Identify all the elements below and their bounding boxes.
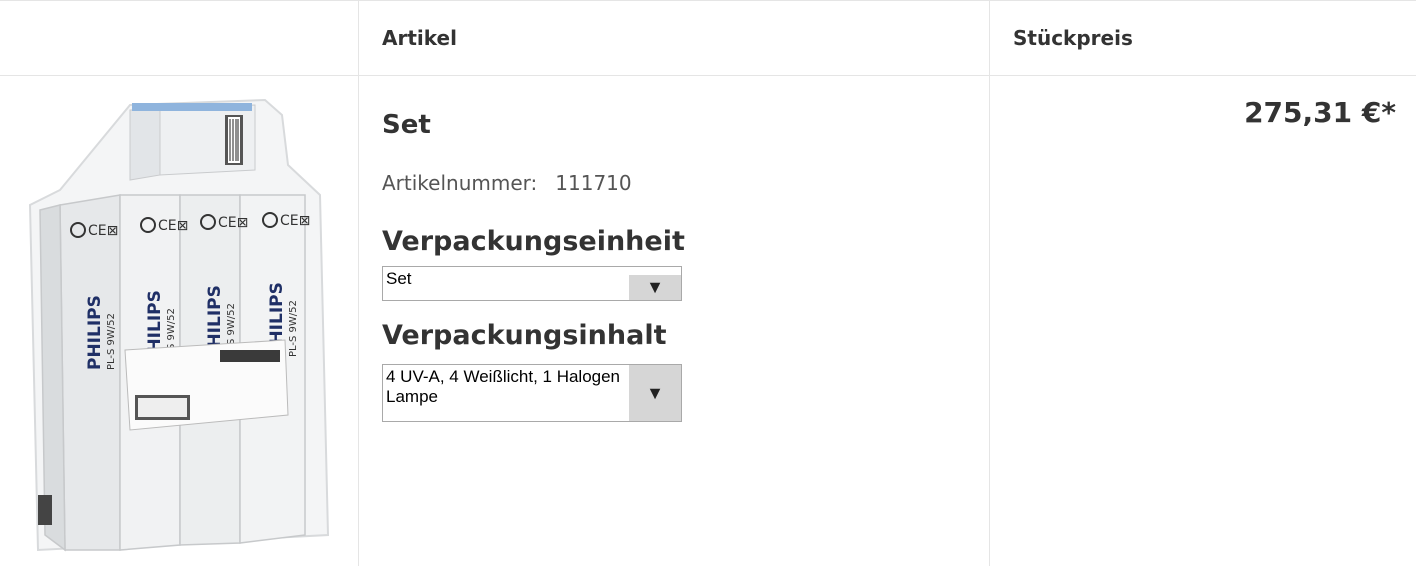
svg-text:CE⊠: CE⊠ — [218, 215, 248, 231]
packaging-content-label: Verpackungsinhalt — [382, 320, 667, 351]
article-number-label: Artikelnummer: — [382, 171, 538, 195]
article-number-row: Artikelnummer: 111710 — [382, 171, 632, 195]
packaging-unit-value: Set — [386, 269, 412, 288]
unit-price: 275,31 €* — [1244, 96, 1396, 129]
svg-text:CE⊠: CE⊠ — [158, 218, 188, 234]
column-divider — [989, 0, 990, 566]
header-unit-price: Stückpreis — [1013, 25, 1133, 50]
triangle-down-icon: ▼ — [629, 365, 681, 421]
triangle-down-icon: ▼ — [629, 275, 681, 300]
packaging-content-value: 4 UV-A, 4 Weißlicht, 1 Halogen Lampe — [386, 367, 621, 406]
product-photo-icon: CE⊠ CE⊠ CE⊠ CE⊠ PHILIPS PHILIPS PHILIPS … — [28, 98, 330, 552]
row-divider — [0, 75, 1416, 76]
svg-text:CE⊠: CE⊠ — [280, 213, 310, 229]
svg-text:CE⊠: CE⊠ — [88, 223, 118, 239]
packaging-unit-label: Verpackungseinheit — [382, 226, 685, 257]
packaging-unit-select[interactable]: Set ▼ — [382, 266, 682, 301]
cart-table: Artikel Stückpreis CE⊠ CE⊠ CE⊠ CE⊠ PHILI… — [0, 0, 1416, 566]
svg-text:PL-S 9W/52: PL-S 9W/52 — [288, 300, 299, 357]
svg-text:PL-S 9W/52: PL-S 9W/52 — [106, 313, 117, 370]
product-name[interactable]: Set — [382, 110, 431, 140]
packaging-content-select[interactable]: 4 UV-A, 4 Weißlicht, 1 Halogen Lampe ▼ — [382, 364, 682, 422]
product-image[interactable]: CE⊠ CE⊠ CE⊠ CE⊠ PHILIPS PHILIPS PHILIPS … — [20, 95, 340, 555]
header-image — [0, 0, 358, 75]
header-article: Artikel — [382, 25, 457, 50]
article-number-value: 111710 — [555, 171, 632, 195]
svg-text:PHILIPS: PHILIPS — [85, 295, 105, 370]
column-divider — [358, 0, 359, 566]
